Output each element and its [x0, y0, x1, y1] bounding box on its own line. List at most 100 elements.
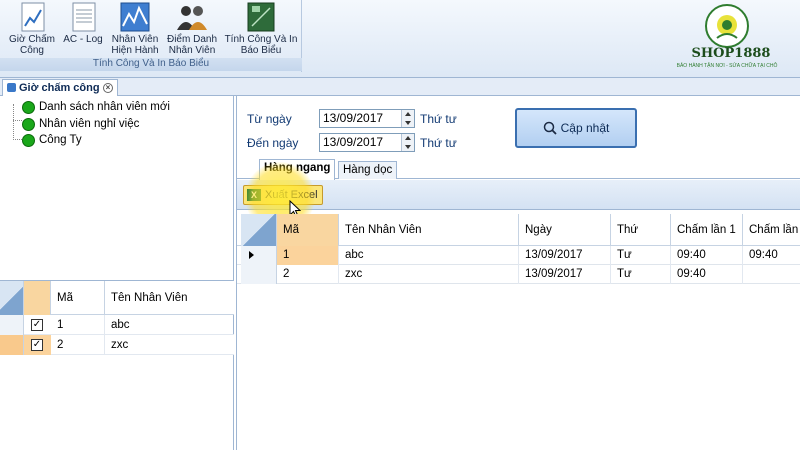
check-column-header[interactable]: [24, 281, 51, 315]
tree-item-label: Công Ty: [39, 134, 82, 146]
chart-blue-icon: [120, 2, 150, 32]
from-weekday: Thứ tư: [420, 112, 457, 126]
cell-thu[interactable]: Tư: [611, 265, 671, 284]
arrow-up-icon[interactable]: [405, 136, 411, 140]
close-icon[interactable]: ×: [103, 83, 113, 93]
row-header[interactable]: [0, 335, 24, 355]
ribbon-button-label: Giờ Chấm Công: [8, 34, 55, 56]
tree-item-label: Nhân viên nghỉ việc: [39, 118, 140, 130]
cell-ma: 1: [51, 315, 105, 335]
tree-connector: [13, 120, 22, 121]
cell-ma[interactable]: 1: [277, 246, 339, 265]
ribbon-button-gio-cham-cong[interactable]: Giờ Chấm Công: [6, 0, 58, 58]
column-header-thu[interactable]: Thứ: [611, 214, 671, 246]
arrow-down-icon[interactable]: [405, 121, 411, 125]
update-button-label: Cập nhật: [560, 121, 610, 135]
ribbon-button-label: Điểm Danh Nhân Viên: [166, 34, 218, 56]
logo-tagline: BẢO HÀNH TẬN NƠI - SỬA CHỮA TẠI CHỖ: [676, 63, 778, 69]
table-row[interactable]: 1 abc 13/09/2017 Tư 09:40 09:40: [237, 246, 800, 265]
row-checkbox[interactable]: ✓: [31, 319, 43, 331]
cell-ma[interactable]: 2: [277, 265, 339, 284]
to-date-value: 13/09/2017: [323, 135, 384, 149]
row-header[interactable]: [241, 246, 277, 265]
column-header-ten[interactable]: Tên Nhân Viên: [339, 214, 519, 246]
ribbon: Giờ Chấm Công AC - Log Nhân Viên Hiện Hà…: [0, 0, 800, 78]
update-button[interactable]: Cập nhật: [515, 108, 637, 148]
document-tab-title: Giờ chấm công: [19, 82, 100, 94]
rose-icon: [716, 15, 738, 39]
grid-toolbar: X Xuất Excel: [237, 180, 800, 210]
cell-cham-lan-1[interactable]: 09:40: [671, 265, 743, 284]
excel-icon: X: [247, 189, 261, 201]
green-dot-icon: [22, 134, 35, 147]
row-header[interactable]: [241, 265, 277, 284]
cell-cham-lan-2[interactable]: 09:40: [743, 246, 800, 265]
table-row[interactable]: ✓ 1 abc: [0, 315, 234, 335]
column-header-ngay[interactable]: Ngày: [519, 214, 611, 246]
tab-hang-ngang[interactable]: Hàng ngang: [259, 159, 336, 180]
left-panel: Danh sách nhân viên mới Nhân viên nghỉ v…: [0, 96, 234, 450]
cell-cham-lan-1[interactable]: 09:40: [671, 246, 743, 265]
tab-hang-doc[interactable]: Hàng dọc: [338, 161, 398, 179]
ribbon-button-label: AC - Log: [63, 34, 103, 45]
employee-grid-header: Mã Tên Nhân Viên: [0, 281, 234, 315]
from-date-field[interactable]: 13/09/2017: [319, 109, 415, 128]
table-row[interactable]: ✓ 2 zxc: [0, 335, 234, 355]
logo-emblem: [705, 4, 749, 48]
chart-doc-icon: [21, 2, 45, 32]
green-dot-icon: [22, 118, 35, 131]
tree-item-label: Danh sách nhân viên mới: [39, 101, 170, 113]
attendance-grid: Mã Tên Nhân Viên Ngày Thứ Chấm lần 1 Chấ…: [237, 214, 800, 450]
logo-name: SHOP1888: [691, 46, 771, 61]
row-checkbox[interactable]: ✓: [31, 339, 43, 351]
cell-thu[interactable]: Tư: [611, 246, 671, 265]
column-header-cham-lan-1[interactable]: Chấm lần 1: [671, 214, 743, 246]
people-icon: [177, 6, 207, 30]
cell-ngay[interactable]: 13/09/2017: [519, 246, 611, 265]
current-row-icon: [249, 251, 254, 259]
ribbon-button-label: Nhân Viên Hiện Hành: [111, 34, 159, 56]
view-tabs: Hàng ngang Hàng dọc: [237, 159, 800, 180]
cell-ten: zxc: [111, 339, 129, 351]
category-tree: Danh sách nhân viên mới Nhân viên nghỉ v…: [0, 96, 234, 280]
search-icon: [543, 121, 557, 135]
cell-ngay[interactable]: 13/09/2017: [519, 265, 611, 284]
ribbon-button-tinh-cong[interactable]: Tính Công Và In Báo Biểu: [222, 0, 300, 58]
cell-cham-lan-2[interactable]: [743, 265, 800, 284]
grid-corner[interactable]: [241, 214, 277, 246]
list-doc-icon: [72, 2, 96, 32]
attendance-grid-header: Mã Tên Nhân Viên Ngày Thứ Chấm lần 1 Chấ…: [237, 214, 800, 246]
document-tab-bar: Giờ chấm công ×: [0, 78, 800, 96]
row-header[interactable]: [0, 315, 24, 335]
cell-ten[interactable]: zxc: [339, 265, 519, 284]
from-date-value: 13/09/2017: [323, 111, 384, 125]
to-weekday: Thứ tư: [420, 136, 457, 150]
tab-app-icon: [7, 83, 16, 92]
table-row[interactable]: 2 zxc 13/09/2017 Tư 09:40: [237, 265, 800, 284]
column-header-ten[interactable]: Tên Nhân Viên: [105, 281, 234, 315]
ribbon-group-caption: Tính Công Và In Báo Biểu: [0, 58, 302, 71]
arrow-down-icon[interactable]: [405, 145, 411, 149]
column-header-ma[interactable]: Mã: [277, 214, 339, 246]
to-date-field[interactable]: 13/09/2017: [319, 133, 415, 152]
tree-connector: [13, 104, 14, 140]
grid-corner[interactable]: [0, 281, 24, 315]
ribbon-button-diem-danh[interactable]: Điểm Danh Nhân Viên: [164, 0, 220, 58]
export-excel-button[interactable]: X Xuất Excel: [243, 185, 323, 205]
cell-ten[interactable]: abc: [339, 246, 519, 265]
ledger-icon: [247, 2, 275, 32]
from-date-spinner[interactable]: [401, 110, 414, 127]
ribbon-button-label: Tính Công Và In Báo Biểu: [224, 34, 298, 56]
document-tab-gio-cham-cong[interactable]: Giờ chấm công ×: [2, 79, 118, 96]
to-date-spinner[interactable]: [401, 134, 414, 151]
green-dot-icon: [22, 101, 35, 114]
column-header-cham-lan-2[interactable]: Chấm lần 2: [743, 214, 800, 246]
from-date-label: Từ ngày: [247, 112, 292, 126]
ribbon-button-nhan-vien-hien-hanh[interactable]: Nhân Viên Hiện Hành: [108, 0, 162, 58]
arrow-up-icon[interactable]: [405, 112, 411, 116]
main-panel: Từ ngày 13/09/2017 Thứ tư Đến ngày 13/09…: [236, 96, 800, 450]
ribbon-group: Giờ Chấm Công AC - Log Nhân Viên Hiện Hà…: [0, 0, 302, 72]
tree-connector: [13, 139, 22, 140]
column-header-ma[interactable]: Mã: [51, 281, 105, 315]
ribbon-button-ac-log[interactable]: AC - Log: [60, 0, 106, 58]
